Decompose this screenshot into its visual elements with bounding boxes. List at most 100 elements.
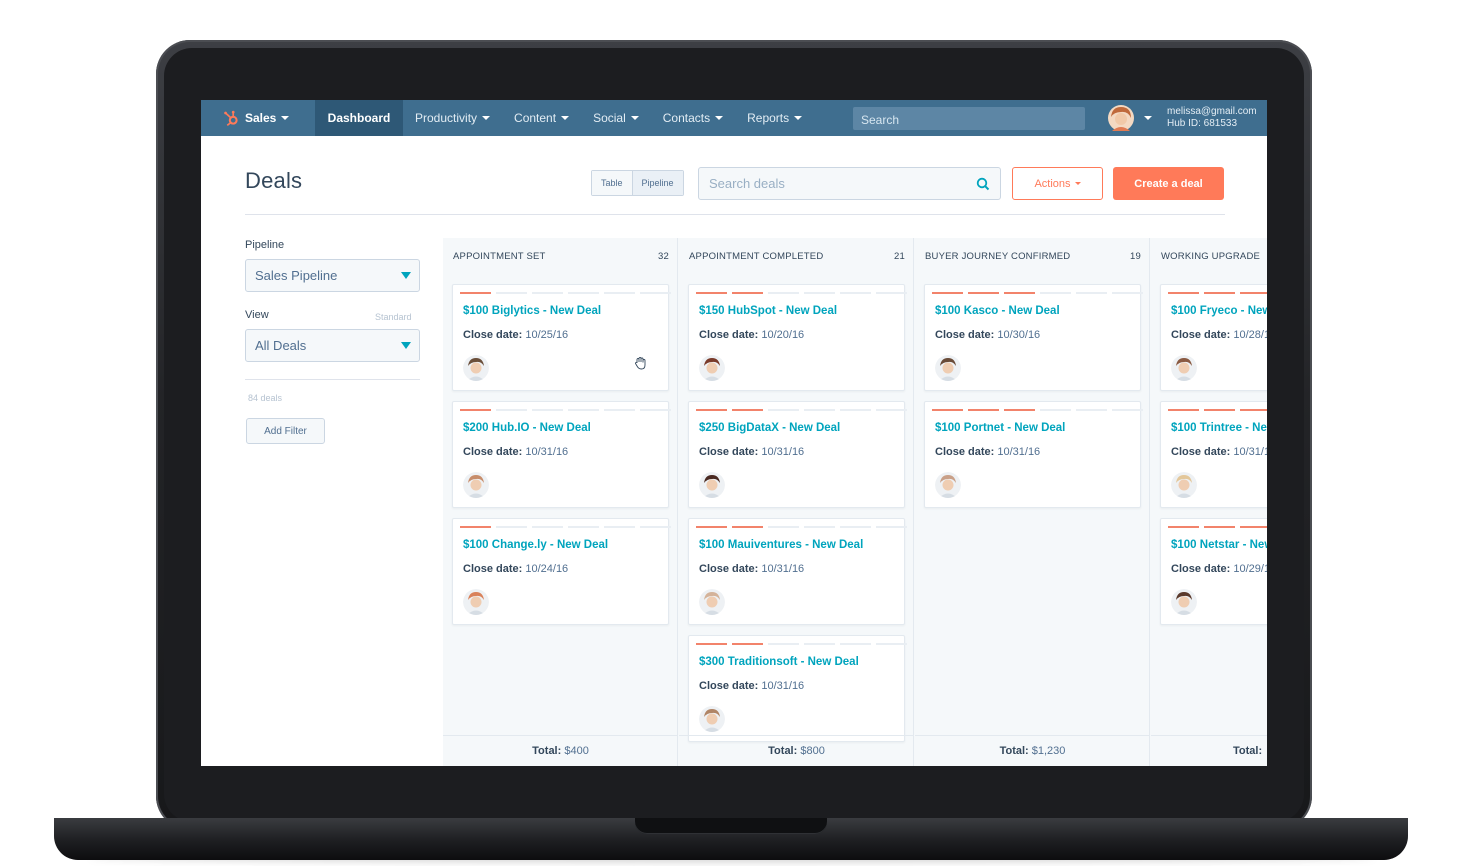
deal-card[interactable]: $100 Biglytics - New Deal Close date: 10… [452,284,671,391]
add-filter-button[interactable]: Add Filter [246,418,325,444]
create-deal-button[interactable]: Create a deal [1113,167,1224,200]
stage-header: APPOINTMENT COMPLETED 21 [689,251,905,262]
global-search-input[interactable]: Search [853,107,1085,130]
stage-progress [696,292,907,294]
close-date: Close date: 10/31/16 [699,563,804,575]
close-date-label: Close date: [699,329,759,341]
brand-menu[interactable]: Sales [201,100,315,136]
laptop-notch [635,818,827,834]
sidebar-divider [245,379,420,380]
nav-item-dashboard[interactable]: Dashboard [315,100,403,136]
deal-title[interactable]: $250 BigDataX - New Deal [699,422,840,434]
nav-item-productivity[interactable]: Productivity [403,100,502,136]
deal-card[interactable]: $100 Kasco - New Deal Close date: 10/30/… [924,284,1143,391]
deal-title[interactable]: $100 Netstar - New Deal [1171,539,1267,551]
nav-item-label: Productivity [415,111,478,125]
stage-total-value: $400 [564,745,589,757]
owner-avatar [463,472,489,498]
close-date-label: Close date: [699,563,759,575]
close-date-value: 10/28/16 [1233,329,1267,341]
sprocket-logo-icon [224,110,238,126]
chevron-down-icon [715,116,724,120]
owner-avatar [463,589,489,615]
nav-item-content[interactable]: Content [502,100,581,136]
deal-card[interactable]: $100 Trintree - New Deal Close date: 10/… [1160,401,1267,508]
nav-item-label: Contacts [662,111,711,125]
stage-progress [696,643,907,645]
deal-card[interactable]: $100 Change.ly - New Deal Close date: 10… [452,518,671,625]
search-deals-input[interactable]: Search deals [698,167,1001,200]
view-table-button[interactable]: Table [592,171,632,195]
deal-card[interactable]: $100 Portnet - New Deal Close date: 10/3… [924,401,1143,508]
close-date-value: 10/31/16 [761,680,805,692]
stage-progress [460,409,671,411]
actions-label: Actions [1034,177,1071,190]
view-select[interactable]: All Deals [245,329,420,362]
deal-card[interactable]: $200 Hub.IO - New Deal Close date: 10/31… [452,401,671,508]
close-date-value: 10/30/16 [997,329,1041,341]
actions-button[interactable]: Actions [1012,167,1103,200]
deal-title[interactable]: $100 Kasco - New Deal [935,305,1060,317]
pipeline-select[interactable]: Sales Pipeline [245,259,420,292]
deal-title[interactable]: $100 Change.ly - New Deal [463,539,608,551]
deal-card[interactable]: $100 Netstar - New Deal Close date: 10/2… [1160,518,1267,625]
deal-title[interactable]: $100 Portnet - New Deal [935,422,1065,434]
deal-title[interactable]: $300 Traditionsoft - New Deal [699,656,859,668]
stage-name: WORKING UPGRADE [1161,251,1261,262]
stage-progress [696,409,907,411]
pipeline-value: Sales Pipeline [255,268,338,283]
stage-column-appointment-set: APPOINTMENT SET 32 $100 Biglytics - New … [443,238,678,766]
stage-total: Total: $800 [679,735,914,766]
user-email: melissa@gmail.com [1167,106,1257,117]
nav-item-label: Social [593,111,626,125]
user-menu[interactable] [1108,105,1152,131]
close-date-label: Close date: [463,329,523,341]
nav-item-reports[interactable]: Reports [735,100,814,136]
close-date: Close date: 10/31/16 [935,446,1040,458]
close-date-value: 10/24/16 [525,563,569,575]
deal-card[interactable]: $100 Mauiventures - New Deal Close date:… [688,518,907,625]
close-date: Close date: 10/31/16 [1171,446,1267,458]
stage-total-value: $1,230 [1031,745,1066,757]
deal-card[interactable]: $300 Traditionsoft - New Deal Close date… [688,635,907,742]
owner-avatar [699,706,725,732]
stage-column-working-upgrade: WORKING UPGRADE $100 Fryeco - New Deal C… [1151,238,1267,766]
pipeline-label: Pipeline [245,239,285,251]
close-date-value: 10/31/16 [525,446,569,458]
owner-avatar [699,355,725,381]
stage-total-label: Total: [1233,745,1263,757]
nav-item-contacts[interactable]: Contacts [651,100,735,136]
nav-item-label: Reports [747,111,790,125]
close-date-value: 10/31/16 [761,563,805,575]
stage-progress [1168,292,1267,294]
nav-item-label: Content [514,111,557,125]
close-date-label: Close date: [935,446,995,458]
deal-card[interactable]: $150 HubSpot - New Deal Close date: 10/2… [688,284,907,391]
close-date: Close date: 10/31/16 [699,446,804,458]
owner-avatar [1171,472,1197,498]
nav-item-social[interactable]: Social [581,100,651,136]
owner-avatar [699,472,725,498]
deal-card[interactable]: $250 BigDataX - New Deal Close date: 10/… [688,401,907,508]
chevron-down-icon [630,116,639,120]
chevron-down-icon [1074,182,1081,185]
deal-card[interactable]: $100 Fryeco - New Deal Close date: 10/28… [1160,284,1267,391]
deal-title[interactable]: $100 Mauiventures - New Deal [699,539,863,551]
deal-title[interactable]: $100 Trintree - New Deal [1171,422,1267,434]
deal-title[interactable]: $100 Fryeco - New Deal [1171,305,1267,317]
app-screen: Sales Dashboard Productivity Content Soc… [201,100,1267,766]
deal-title[interactable]: $200 Hub.IO - New Deal [463,422,591,434]
view-pipeline-button[interactable]: Pipeline [631,171,683,195]
stage-count: 19 [1130,251,1141,262]
close-date-label: Close date: [1171,329,1231,341]
deal-count: 84 deals [248,393,283,403]
close-date-value: 10/31/16 [1233,446,1267,458]
close-date-value: 10/31/16 [997,446,1041,458]
stage-name: BUYER JOURNEY CONFIRMED [925,251,1071,262]
stage-total-label: Total: [768,745,798,757]
close-date: Close date: 10/24/16 [463,563,568,575]
close-date: Close date: 10/30/16 [935,329,1040,341]
deal-title[interactable]: $100 Biglytics - New Deal [463,305,601,317]
search-icon[interactable] [976,177,990,191]
deal-title[interactable]: $150 HubSpot - New Deal [699,305,837,317]
